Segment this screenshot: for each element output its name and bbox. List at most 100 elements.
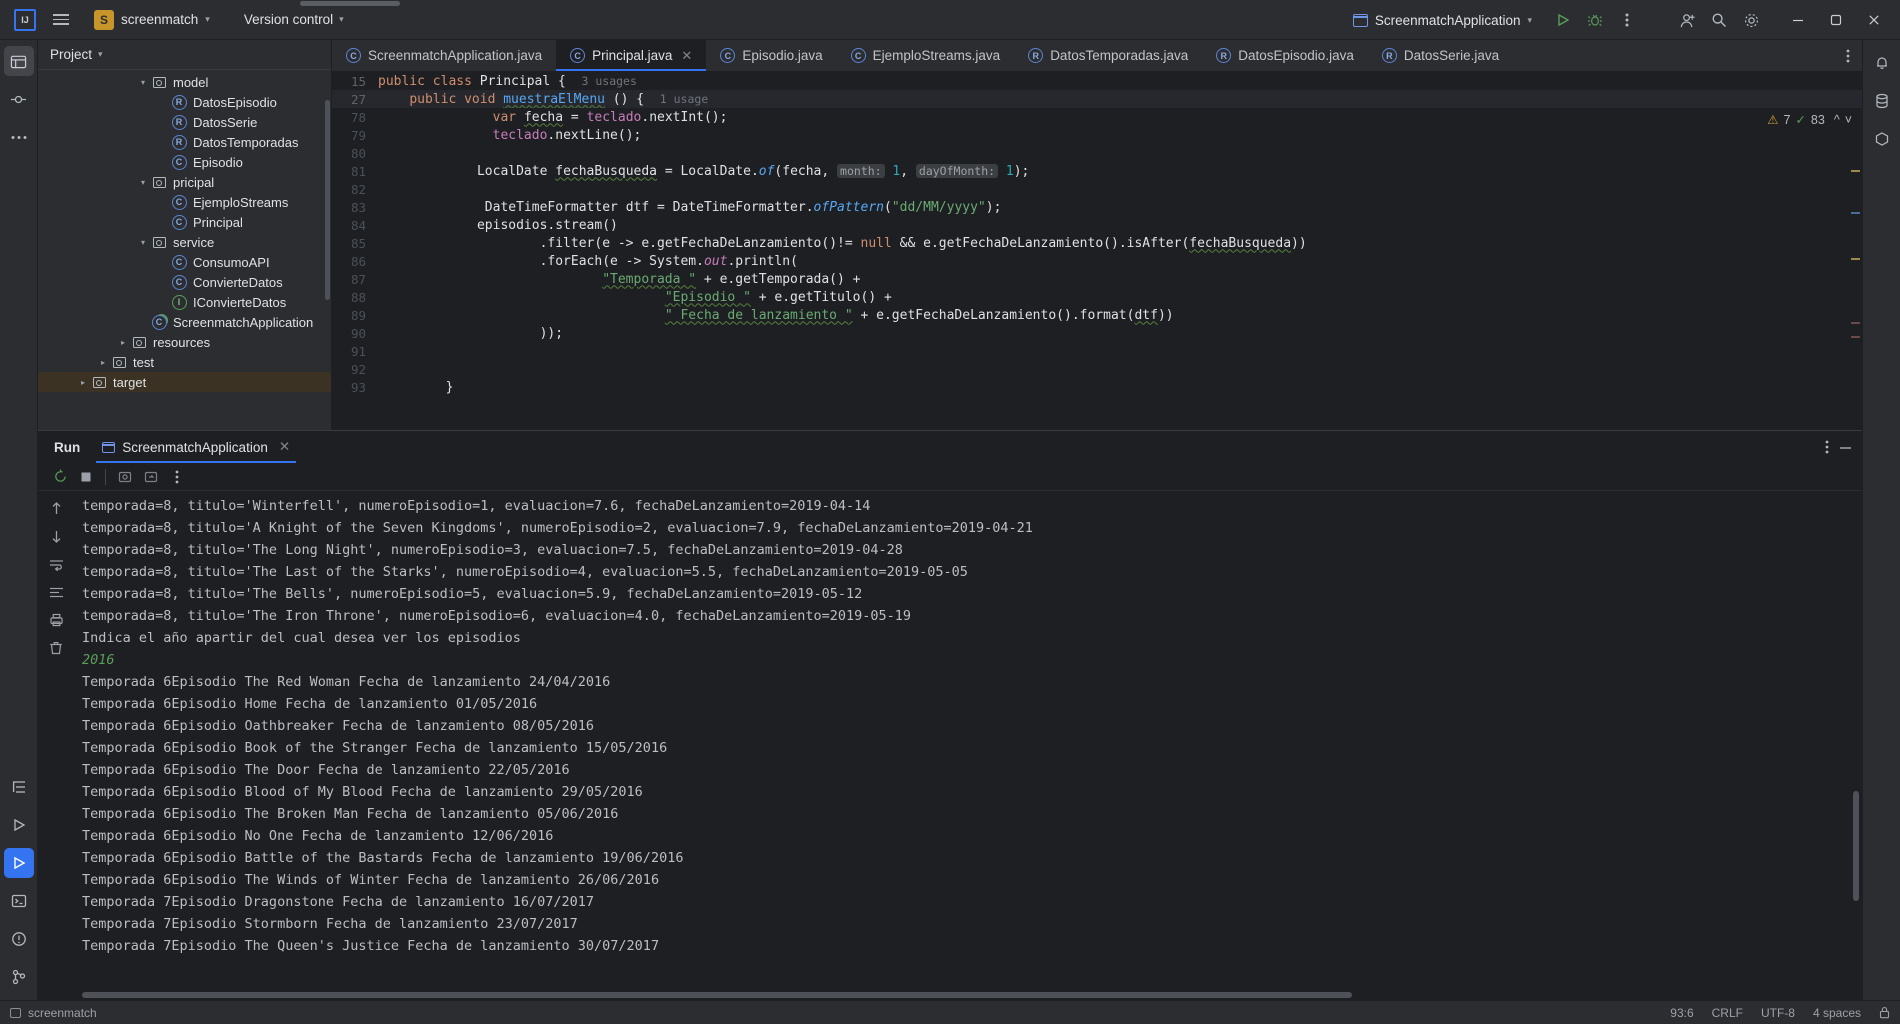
- export-icon[interactable]: [139, 466, 163, 488]
- tree-item-episodio[interactable]: C Episodio: [38, 152, 331, 172]
- soft-wrap-lines-icon[interactable]: [44, 553, 68, 575]
- notifications-icon[interactable]: [1867, 48, 1897, 78]
- tree-item-datosepisodio[interactable]: R DatosEpisodio: [38, 92, 331, 112]
- run-tab-screenmatchapplication[interactable]: ScreenmatchApplication ✕: [92, 431, 300, 463]
- chevron-up-icon[interactable]: ^: [1834, 113, 1840, 127]
- database-icon[interactable]: [1867, 86, 1897, 116]
- tree-item-model[interactable]: ▾ model: [38, 72, 331, 92]
- gear-icon[interactable]: [1736, 5, 1766, 35]
- editor-marker-track[interactable]: [1848, 108, 1862, 430]
- chevron-right-icon[interactable]: ▸: [96, 358, 110, 367]
- soft-wrap-icon[interactable]: [113, 466, 137, 488]
- file-encoding[interactable]: UTF-8: [1761, 1006, 1795, 1020]
- editor-tab-datostemporadas[interactable]: R DatosTemporadas.java: [1014, 40, 1202, 71]
- sidebar-item-terminal[interactable]: [4, 886, 34, 916]
- code-line-92[interactable]: 92: [332, 360, 1862, 378]
- close-icon[interactable]: ✕: [279, 439, 290, 455]
- sidebar-item-structure[interactable]: [4, 772, 34, 802]
- main-menu-icon[interactable]: [46, 5, 76, 35]
- code-line-90[interactable]: 90 ));: [332, 324, 1862, 342]
- project-selector[interactable]: S screenmatch ▾: [86, 7, 218, 33]
- editor-tab-screenmatchapplication[interactable]: C ScreenmatchApplication.java: [332, 40, 556, 71]
- marker-warning[interactable]: [1851, 170, 1860, 172]
- code-line-84[interactable]: 84 episodios.stream(): [332, 216, 1862, 234]
- chevron-down-icon[interactable]: ▾: [136, 178, 150, 187]
- marker-error[interactable]: [1851, 322, 1860, 324]
- more-actions-button[interactable]: [1612, 5, 1642, 35]
- arrow-up-icon[interactable]: [44, 497, 68, 519]
- inspection-widget[interactable]: ⚠ 7 ✓ 83 ^ ˅: [1767, 112, 1852, 128]
- project-tree[interactable]: ▾ model R DatosEpisodio R DatosSerie R DatosTem…: [38, 70, 331, 430]
- usage-hint[interactable]: 3 usages: [582, 74, 637, 88]
- marker-warning[interactable]: [1851, 258, 1860, 260]
- tree-item-target[interactable]: ▸ target: [38, 372, 331, 392]
- marker-error[interactable]: [1851, 336, 1860, 338]
- chevron-right-icon[interactable]: ▸: [76, 378, 90, 387]
- run-configuration-selector[interactable]: ScreenmatchApplication ▾: [1345, 10, 1540, 31]
- chevron-down-icon[interactable]: ▾: [136, 238, 150, 247]
- sidebar-item-commit[interactable]: [4, 84, 34, 114]
- code-line-86[interactable]: 86 .forEach(e -> System.out.println(: [332, 252, 1862, 270]
- console-output[interactable]: temporada=8, titulo='Winterfell', numero…: [74, 491, 1862, 1000]
- trash-icon[interactable]: [44, 637, 68, 659]
- search-icon[interactable]: [1704, 5, 1734, 35]
- sticky-line-method[interactable]: 27 public void muestraElMenu () { 1 usag…: [332, 90, 1862, 108]
- sidebar-item-project[interactable]: [3, 46, 34, 76]
- sticky-line-class[interactable]: 15 public class Principal { 3 usages: [332, 72, 1862, 90]
- code-line-80[interactable]: 80: [332, 144, 1862, 162]
- status-project-name[interactable]: screenmatch: [28, 1006, 97, 1020]
- close-icon[interactable]: ✕: [681, 48, 692, 64]
- arrow-down-icon[interactable]: [44, 525, 68, 547]
- editor-tabs-more-icon[interactable]: [1834, 40, 1862, 71]
- minimize-button[interactable]: [1780, 5, 1816, 35]
- caret-position[interactable]: 93:6: [1670, 1006, 1693, 1020]
- maximize-button[interactable]: [1818, 5, 1854, 35]
- tree-item-principal[interactable]: C Principal: [38, 212, 331, 232]
- editor-tab-datosepisodio[interactable]: R DatosEpisodio.java: [1202, 40, 1368, 71]
- debug-button[interactable]: [1580, 5, 1610, 35]
- chevron-down-icon[interactable]: ˅: [1845, 113, 1852, 127]
- code-editor[interactable]: ⚠ 7 ✓ 83 ^ ˅ 78 var fecha = teclado.next…: [332, 108, 1862, 430]
- code-line-88[interactable]: 88 "Episodio " + e.getTitulo() +: [332, 288, 1862, 306]
- maven-icon[interactable]: [1867, 124, 1897, 154]
- tree-item-screenmatchapplication[interactable]: C ScreenmatchApplication: [38, 312, 331, 332]
- print-icon[interactable]: [44, 609, 68, 631]
- sidebar-item-services[interactable]: [4, 810, 34, 840]
- tree-item-consumoapi[interactable]: C ConsumoAPI: [38, 252, 331, 272]
- editor-horizontal-scrollbar[interactable]: [300, 1, 400, 6]
- code-line-83[interactable]: 83 DateTimeFormatter dtf = DateTimeForma…: [332, 198, 1862, 216]
- editor-tab-ejemplostreams[interactable]: C EjemploStreams.java: [837, 40, 1015, 71]
- code-line-82[interactable]: 82: [332, 180, 1862, 198]
- lock-icon[interactable]: [1879, 1006, 1890, 1019]
- tree-item-datostemporadas[interactable]: R DatosTemporadas: [38, 132, 331, 152]
- tree-item-ejemplostreams[interactable]: C EjemploStreams: [38, 192, 331, 212]
- tree-item-iconviertedatos[interactable]: I IConvierteDatos: [38, 292, 331, 312]
- code-line-87[interactable]: 87 "Temporada " + e.getTemporada() +: [332, 270, 1862, 288]
- stop-icon[interactable]: [74, 466, 98, 488]
- run-toolbar-more-icon[interactable]: [165, 466, 189, 488]
- sidebar-item-more[interactable]: [4, 122, 34, 152]
- project-panel-header[interactable]: Project ▾: [38, 40, 331, 70]
- tree-item-datosserie[interactable]: R DatosSerie: [38, 112, 331, 132]
- console-vertical-scrollbar[interactable]: [1853, 791, 1859, 901]
- usage-hint[interactable]: 1 usage: [660, 92, 708, 106]
- code-line-91[interactable]: 91: [332, 342, 1862, 360]
- code-line-89[interactable]: 89 " Fecha de lanzamiento " + e.getFecha…: [332, 306, 1862, 324]
- chevron-right-icon[interactable]: ▸: [116, 338, 130, 347]
- tree-item-pricipal[interactable]: ▾ pricipal: [38, 172, 331, 192]
- close-button[interactable]: [1856, 5, 1892, 35]
- sidebar-item-problems[interactable]: [4, 924, 34, 954]
- marker-info[interactable]: [1851, 212, 1860, 214]
- code-line-85[interactable]: 85 .filter(e -> e.getFechaDeLanzamiento(…: [332, 234, 1862, 252]
- code-line-81[interactable]: 81 LocalDate fechaBusqueda = LocalDate.o…: [332, 162, 1862, 180]
- rerun-icon[interactable]: [48, 466, 72, 488]
- code-line-93[interactable]: 93 }: [332, 378, 1862, 396]
- sidebar-item-run[interactable]: [3, 848, 34, 878]
- version-control-menu[interactable]: Version control ▾: [234, 9, 354, 30]
- editor-tab-datosserie[interactable]: R DatosSerie.java: [1368, 40, 1513, 71]
- account-icon[interactable]: [1672, 5, 1702, 35]
- tree-item-test[interactable]: ▸ test: [38, 352, 331, 372]
- editor-tab-principal[interactable]: C Principal.java ✕: [556, 40, 707, 71]
- project-tree-scrollbar[interactable]: [325, 100, 330, 300]
- tree-item-resources[interactable]: ▸ resources: [38, 332, 331, 352]
